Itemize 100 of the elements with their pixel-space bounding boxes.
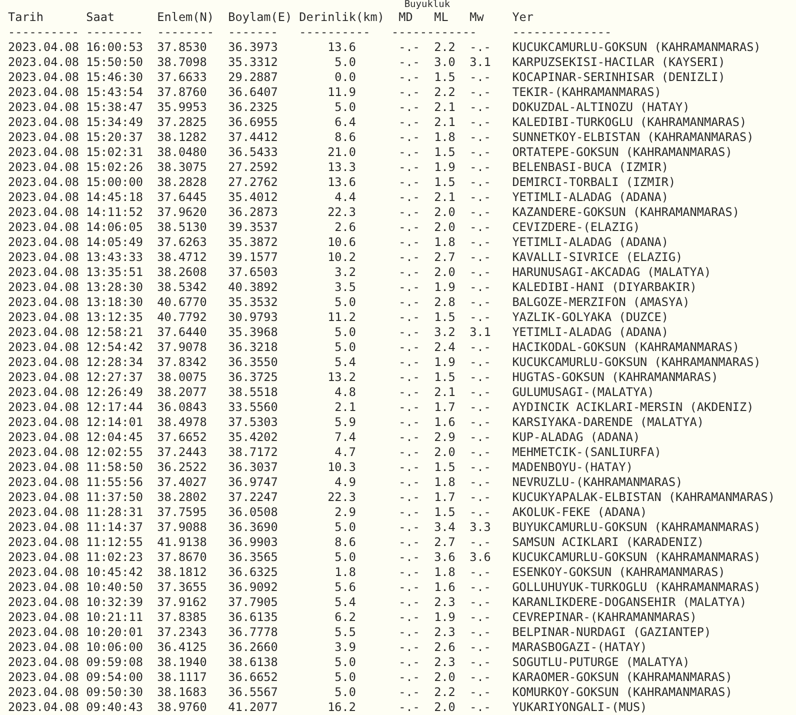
table-cell: CEVREPINAR-(KAHRAMANMARAS)	[512, 610, 697, 625]
table-cell: HARUNUSAGI-AKCADAG (MALATYA)	[512, 265, 712, 280]
table-cell: 2023.04.08	[8, 40, 80, 55]
table-cell: 13:12:35	[86, 310, 143, 325]
table-cell: -.-	[470, 40, 491, 55]
table-cell: -.-	[398, 595, 420, 610]
table-cell: 35.3532	[228, 295, 278, 310]
table-cell: 36.3725	[228, 370, 278, 385]
table-cell: 10:06:00	[86, 640, 143, 655]
table-cell: 36.6325	[228, 565, 278, 580]
table-cell: 13.6	[328, 40, 356, 55]
table-cell: 3.1	[470, 55, 491, 70]
table-cell: BALGOZE-MERZIFON (AMASYA)	[512, 295, 690, 310]
table-cell: 2023.04.08	[8, 205, 80, 220]
table-cell: 2023.04.08	[8, 70, 80, 85]
table-cell: 13:35:51	[86, 265, 143, 280]
table-cell: -.-	[398, 160, 420, 175]
table-cell: 27.2592	[228, 160, 278, 175]
table-cell: 2023.04.08	[8, 475, 80, 490]
table-cell: -.-	[470, 100, 491, 115]
table-cell: 13.6	[328, 175, 356, 190]
table-cell: -.-	[398, 220, 420, 235]
table-cell: -.-	[398, 115, 420, 130]
table-cell: 37.3655	[157, 580, 207, 595]
table-cell: -.-	[398, 370, 420, 385]
table-cell: 1.9	[434, 160, 456, 175]
table-cell: -.-	[470, 115, 491, 130]
column-header: Yer	[512, 10, 534, 25]
table-cell: 36.4125	[157, 640, 207, 655]
table-cell: -.-	[398, 100, 420, 115]
table-cell: -.-	[398, 145, 420, 160]
table-cell: 12:27:37	[86, 370, 143, 385]
table-cell: 35.3968	[228, 325, 278, 340]
table-cell: 15:02:26	[86, 160, 143, 175]
table-cell: 1.7	[434, 490, 456, 505]
table-cell: 36.0843	[157, 400, 207, 415]
table-cell: 11:37:50	[86, 490, 143, 505]
table-cell: 2023.04.08	[8, 655, 80, 670]
table-cell: -.-	[470, 130, 491, 145]
table-cell: 1.8	[434, 565, 456, 580]
table-cell: 36.9903	[228, 535, 278, 550]
table-cell: 37.8342	[157, 355, 207, 370]
table-cell: 2023.04.08	[8, 160, 80, 175]
table-cell: 5.0	[334, 100, 356, 115]
table-cell: 2023.04.08	[8, 220, 80, 235]
table-cell: 36.5433	[228, 145, 278, 160]
table-cell: DEMIRCI-TORBALI (IZMIR)	[512, 175, 676, 190]
table-cell: 41.9138	[157, 535, 207, 550]
table-cell: -.-	[398, 340, 420, 355]
table-cell: -.-	[398, 490, 420, 505]
table-cell: AYDINCIK ACIKLARI-MERSIN (AKDENIZ)	[512, 400, 754, 415]
table-cell: 10.6	[328, 235, 356, 250]
table-cell: 1.7	[434, 400, 456, 415]
table-cell: 37.8670	[157, 550, 207, 565]
table-cell: -.-	[470, 445, 491, 460]
table-cell: -.-	[470, 535, 491, 550]
table-cell: 11:02:23	[86, 550, 143, 565]
table-cell: 5.0	[334, 550, 356, 565]
table-cell: 10:20:01	[86, 625, 143, 640]
table-cell: 33.5560	[228, 400, 278, 415]
table-cell: 40.6770	[157, 295, 207, 310]
column-header: ML	[434, 10, 448, 25]
table-cell: 15:46:30	[86, 70, 143, 85]
table-cell: 36.7778	[228, 625, 278, 640]
table-cell: -.-	[470, 685, 491, 700]
table-cell: -.-	[398, 385, 420, 400]
table-cell: -.-	[398, 520, 420, 535]
table-cell: 12:58:21	[86, 325, 143, 340]
table-cell: 38.4978	[157, 415, 207, 430]
table-cell: 2023.04.08	[8, 670, 80, 685]
table-cell: 37.2443	[157, 445, 207, 460]
table-cell: 12:04:45	[86, 430, 143, 445]
table-cell: -.-	[398, 700, 420, 715]
table-cell: -.-	[470, 310, 491, 325]
table-cell: 36.5567	[228, 685, 278, 700]
table-cell: 2023.04.08	[8, 235, 80, 250]
table-cell: 35.4012	[228, 190, 278, 205]
table-cell: 2023.04.08	[8, 85, 80, 100]
table-cell: KARAOMER-GOKSUN (KAHRAMANMARAS)	[512, 670, 732, 685]
table-cell: 12:28:34	[86, 355, 143, 370]
table-cell: 09:40:43	[86, 700, 143, 715]
table-cell: 37.2343	[157, 625, 207, 640]
table-cell: -.-	[470, 655, 491, 670]
table-cell: -.-	[470, 580, 491, 595]
table-cell: 6.2	[334, 610, 356, 625]
table-cell: 10:40:50	[86, 580, 143, 595]
table-cell: HUGTAS-GOKSUN (KAHRAMANMARAS)	[512, 370, 718, 385]
table-cell: -.-	[398, 625, 420, 640]
table-cell: 2023.04.08	[8, 565, 80, 580]
table-cell: 15:02:31	[86, 145, 143, 160]
table-cell: 37.9162	[157, 595, 207, 610]
table-cell: 36.6652	[228, 670, 278, 685]
table-cell: 4.7	[334, 445, 356, 460]
table-cell: 5.0	[334, 325, 356, 340]
table-cell: 2.6	[434, 640, 456, 655]
table-cell: 38.6138	[228, 655, 278, 670]
table-cell: 38.5342	[157, 280, 207, 295]
table-cell: 38.2608	[157, 265, 207, 280]
table-cell: 1.9	[434, 280, 456, 295]
table-cell: BELPINAR-NURDAGI (GAZIANTEP)	[512, 625, 712, 640]
